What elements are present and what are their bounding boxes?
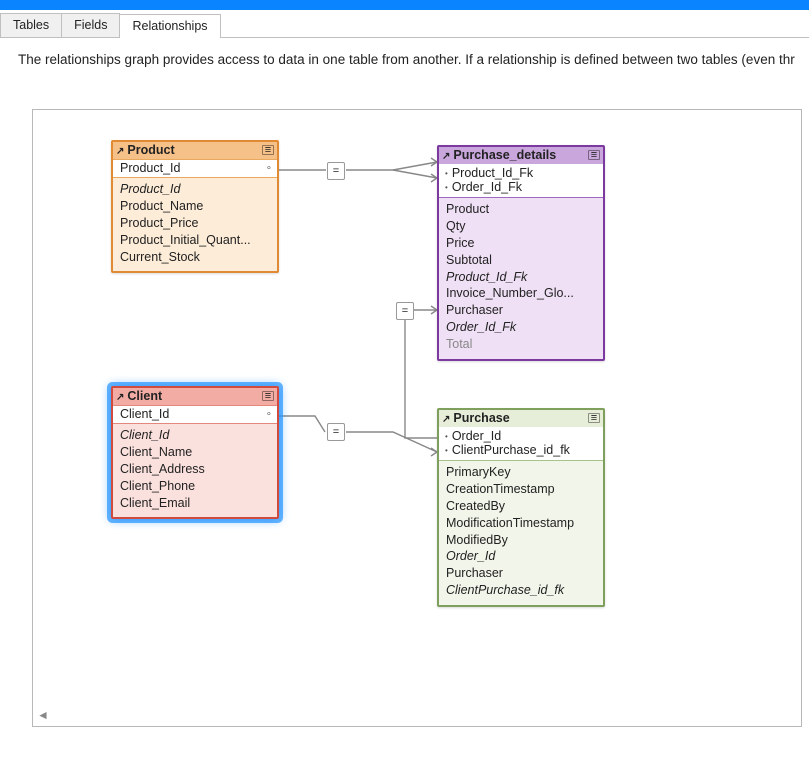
table-title: Client <box>127 389 162 403</box>
relation-operator[interactable]: = <box>327 423 345 441</box>
field-list: Product Qty Price Subtotal Product_Id_Fk… <box>439 198 603 359</box>
window-titlebar <box>0 0 809 10</box>
intro-text: The relationships graph provides access … <box>0 38 809 67</box>
relationships-graph[interactable]: = = = ↗Product ≡ Product_Id ∘ Product_Id… <box>32 109 802 727</box>
menu-icon[interactable]: ≡ <box>262 145 274 155</box>
expand-icon[interactable]: ↗ <box>116 392 124 403</box>
expand-icon[interactable]: ↗ <box>116 146 124 157</box>
expand-icon[interactable]: ↗ <box>442 151 450 162</box>
link-dot-icon: • <box>445 446 448 455</box>
table-purchase[interactable]: ↗Purchase ≡ •Order_Id •ClientPurchase_id… <box>437 408 605 607</box>
scroll-left-icon[interactable]: ◄ <box>37 708 49 722</box>
field-list: Product_Id Product_Name Product_Price Pr… <box>113 178 277 271</box>
expand-icon[interactable]: ↗ <box>442 414 450 425</box>
menu-icon[interactable]: ≡ <box>588 150 600 160</box>
link-dot-icon: • <box>445 169 448 178</box>
link-dot-icon: • <box>445 183 448 192</box>
table-title: Purchase_details <box>453 148 556 162</box>
table-purchase-details[interactable]: ↗Purchase_details ≡ •Product_Id_Fk •Orde… <box>437 145 605 361</box>
link-dot-icon: • <box>445 432 448 441</box>
table-title: Product <box>127 143 174 157</box>
table-title: Purchase <box>453 411 509 425</box>
link-dot-icon: ∘ <box>266 409 272 420</box>
relation-operator[interactable]: = <box>396 302 414 320</box>
tab-tables[interactable]: Tables <box>0 13 62 37</box>
tab-relationships[interactable]: Relationships <box>119 14 220 38</box>
relation-operator[interactable]: = <box>327 162 345 180</box>
link-key-list: •Product_Id_Fk •Order_Id_Fk <box>439 164 603 198</box>
field-list: PrimaryKey CreationTimestamp CreatedBy M… <box>439 461 603 605</box>
key-field: Product_Id <box>120 161 180 175</box>
link-key-list: •Order_Id •ClientPurchase_id_fk <box>439 427 603 461</box>
link-dot-icon: ∘ <box>266 163 272 174</box>
tabstrip: Tables Fields Relationships <box>0 10 809 38</box>
field-list: Client_Id Client_Name Client_Address Cli… <box>113 424 277 517</box>
menu-icon[interactable]: ≡ <box>588 413 600 423</box>
key-field: Client_Id <box>120 407 169 421</box>
table-client[interactable]: ↗Client ≡ Client_Id ∘ Client_Id Client_N… <box>111 386 279 519</box>
menu-icon[interactable]: ≡ <box>262 391 274 401</box>
table-product[interactable]: ↗Product ≡ Product_Id ∘ Product_Id Produ… <box>111 140 279 273</box>
tab-fields[interactable]: Fields <box>61 13 120 37</box>
